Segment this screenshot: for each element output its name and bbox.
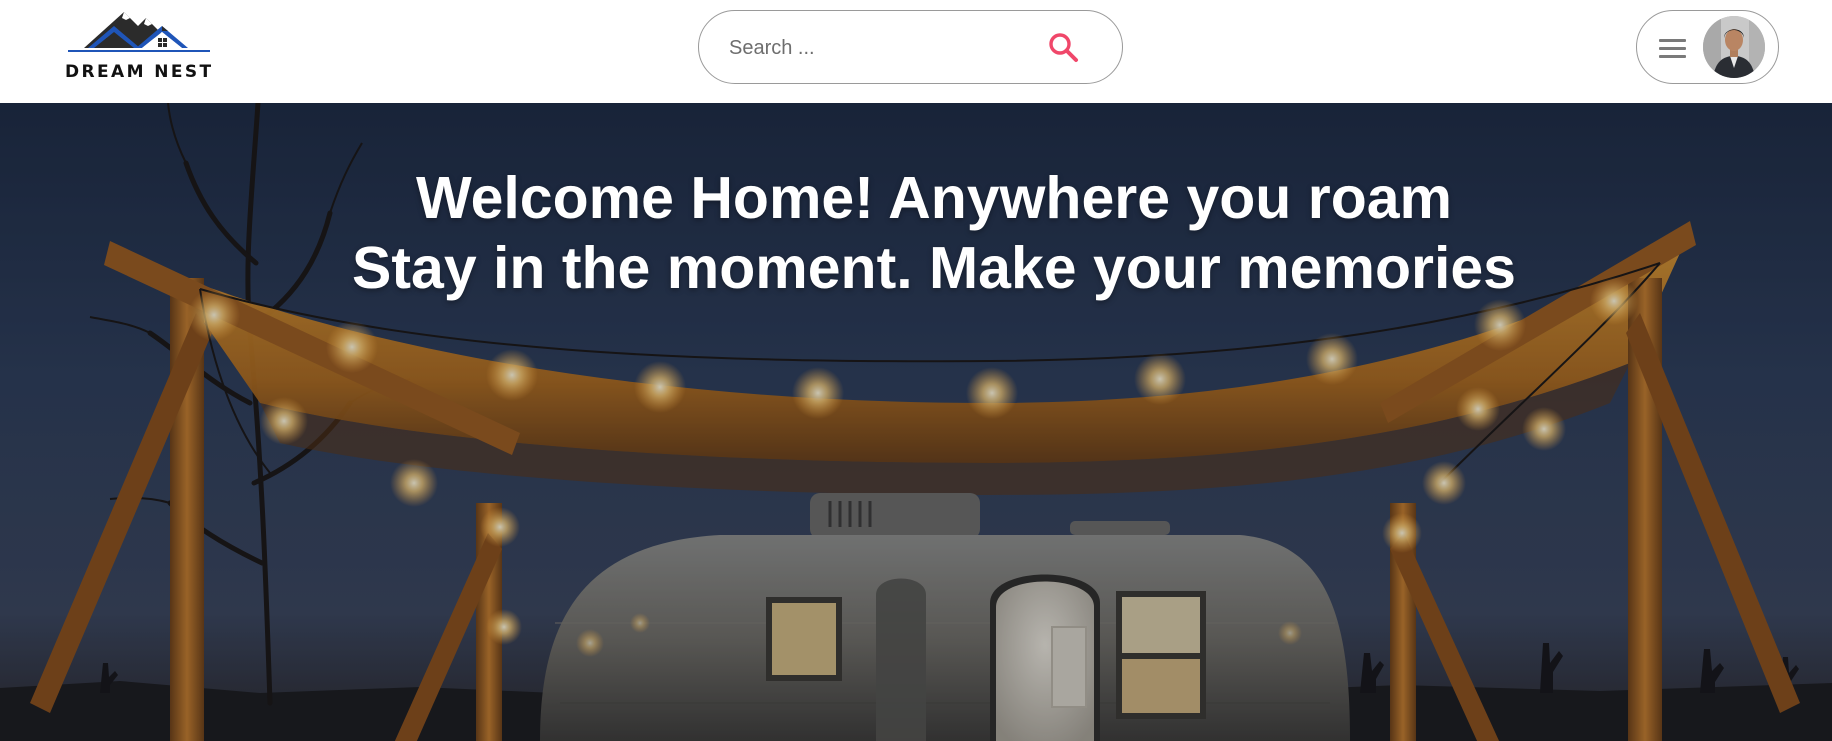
user-menu-button[interactable] [1636, 10, 1779, 84]
top-navbar: DREAM NEST [0, 0, 1832, 103]
hamburger-menu-button[interactable] [1655, 31, 1689, 65]
hamburger-menu-icon [1659, 39, 1686, 58]
hero-banner: Welcome Home! Anywhere you roam Stay in … [0, 103, 1832, 741]
user-avatar[interactable] [1703, 16, 1765, 78]
search-icon [1049, 33, 1078, 62]
hero-heading: Welcome Home! Anywhere you roam Stay in … [0, 163, 1832, 303]
hero-heading-line-2: Stay in the moment. Make your memories [352, 235, 1516, 301]
hero-heading-line-1: Welcome Home! Anywhere you roam [415, 165, 1453, 231]
brand-logo[interactable]: DREAM NEST [64, 6, 214, 86]
search-button[interactable] [1045, 29, 1083, 67]
user-avatar-icon [1703, 16, 1765, 78]
house-mountain-logo-icon [68, 12, 210, 52]
brand-name: DREAM NEST [65, 62, 214, 82]
search-input[interactable] [729, 31, 1029, 65]
search-bar [698, 10, 1123, 84]
